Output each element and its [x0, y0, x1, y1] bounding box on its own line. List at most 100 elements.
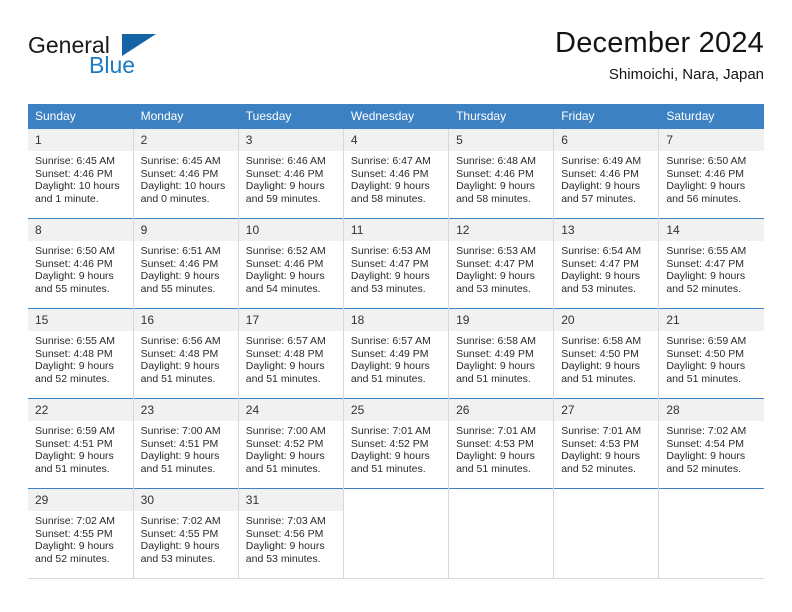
- daylight-text-line1: Daylight: 9 hours: [245, 540, 325, 553]
- day-number: 4: [343, 129, 449, 151]
- calendar-day-cell[interactable]: 21 Sunrise: 6:59 AM Sunset: 4:50 PM Dayligh…: [658, 308, 764, 399]
- calendar-day-cell[interactable]: 15 Sunrise: 6:55 AM Sunset: 4:48 PM Dayligh…: [28, 308, 134, 399]
- calendar-day-cell[interactable]: 30 Sunrise: 7:02 AM Sunset: 4:55 PM Dayligh…: [133, 488, 239, 579]
- daylight-text-line1: Daylight: 9 hours: [456, 270, 535, 283]
- sunrise-text: Sunrise: 6:46 AM: [245, 155, 326, 167]
- day-number: 6: [554, 129, 659, 151]
- calendar-day-cell[interactable]: 28 Sunrise: 7:02 AM Sunset: 4:54 PM Dayligh…: [658, 398, 764, 489]
- daylight-text-line2: and 51 minutes.: [456, 462, 531, 475]
- calendar-day-cell[interactable]: 1 Sunrise: 6:45 AM Sunset: 4:46 PM Daylight…: [28, 128, 134, 219]
- daylight-text-line1: Daylight: 9 hours: [350, 450, 430, 463]
- calendar-day-cell[interactable]: 9 Sunrise: 6:51 AM Sunset: 4:46 PM Daylight…: [133, 218, 239, 309]
- calendar-day-cell[interactable]: 2 Sunrise: 6:45 AM Sunset: 4:46 PM Daylight…: [133, 128, 239, 219]
- daylight-text-line1: Daylight: 9 hours: [35, 270, 114, 283]
- day-number: 12: [449, 219, 554, 241]
- day-details: Sunrise: 6:57 AM Sunset: 4:48 PM Daylight:…: [239, 331, 343, 385]
- calendar-day-cell[interactable]: 27 Sunrise: 7:01 AM Sunset: 4:53 PM Dayligh…: [553, 398, 660, 489]
- daylight-text-line1: Daylight: 9 hours: [456, 180, 535, 193]
- sunset-text: Sunset: 4:46 PM: [140, 167, 219, 180]
- day-number: 8: [28, 219, 133, 241]
- calendar-day-cell[interactable]: 23 Sunrise: 7:00 AM Sunset: 4:51 PM Dayligh…: [133, 398, 239, 489]
- page-subtitle: Shimoichi, Nara, Japan: [608, 66, 764, 83]
- sunset-text: Sunset: 4:46 PM: [140, 257, 219, 270]
- day-number: 30: [133, 489, 238, 511]
- calendar-day-cell[interactable]: 24 Sunrise: 7:00 AM Sunset: 4:52 PM Dayligh…: [238, 398, 344, 489]
- daylight-text-line2: and 57 minutes.: [561, 192, 636, 205]
- day-number: 9: [133, 219, 238, 241]
- day-details: Sunrise: 6:56 AM Sunset: 4:48 PM Daylight:…: [134, 331, 238, 385]
- daylight-text-line1: Daylight: 9 hours: [140, 270, 220, 283]
- calendar-day-cell[interactable]: 26 Sunrise: 7:01 AM Sunset: 4:53 PM Dayligh…: [448, 398, 555, 489]
- calendar-day-cell[interactable]: 7 Sunrise: 6:50 AM Sunset: 4:46 PM Daylight…: [658, 128, 764, 219]
- daylight-text-line1: Daylight: 9 hours: [350, 180, 430, 193]
- sunset-text: Sunset: 4:53 PM: [561, 437, 639, 450]
- sunrise-text: Sunrise: 7:03 AM: [245, 515, 326, 527]
- calendar-day-cell[interactable]: 13 Sunrise: 6:54 AM Sunset: 4:47 PM Dayligh…: [553, 218, 660, 309]
- sunset-text: Sunset: 4:54 PM: [666, 437, 744, 450]
- calendar-day-cell[interactable]: 25 Sunrise: 7:01 AM Sunset: 4:52 PM Dayligh…: [343, 398, 450, 489]
- day-number: 28: [659, 399, 764, 421]
- calendar-day-cell[interactable]: 31 Sunrise: 7:03 AM Sunset: 4:56 PM Dayligh…: [238, 488, 344, 579]
- calendar-day-cell[interactable]: 11 Sunrise: 6:53 AM Sunset: 4:47 PM Dayligh…: [343, 218, 450, 309]
- daylight-text-line1: Daylight: 9 hours: [140, 540, 220, 553]
- calendar-day-cell[interactable]: 16 Sunrise: 6:56 AM Sunset: 4:48 PM Dayligh…: [133, 308, 239, 399]
- daylight-text-line2: and 54 minutes.: [245, 282, 321, 295]
- calendar-day-cell[interactable]: 29 Sunrise: 7:02 AM Sunset: 4:55 PM Dayligh…: [28, 488, 134, 579]
- sunrise-text: Sunrise: 6:49 AM: [561, 155, 642, 167]
- calendar-day-cell[interactable]: 17 Sunrise: 6:57 AM Sunset: 4:48 PM Dayligh…: [238, 308, 344, 399]
- sunset-text: Sunset: 4:46 PM: [456, 167, 534, 180]
- sunset-text: Sunset: 4:46 PM: [35, 257, 113, 270]
- general-blue-logo[interactable]: General Blue: [28, 32, 208, 88]
- day-number: 17: [238, 309, 343, 331]
- weekday-header-saturday: Saturday: [658, 104, 764, 129]
- daylight-text-line1: Daylight: 9 hours: [456, 360, 535, 373]
- sunset-text: Sunset: 4:46 PM: [245, 257, 324, 270]
- day-number: 7: [659, 129, 764, 151]
- daylight-text-line1: Daylight: 9 hours: [245, 360, 325, 373]
- calendar-day-cell[interactable]: 18 Sunrise: 6:57 AM Sunset: 4:49 PM Dayligh…: [343, 308, 450, 399]
- calendar-week-row: 22 Sunrise: 6:59 AM Sunset: 4:51 PM Dayligh…: [28, 398, 764, 489]
- day-details: Sunrise: 6:49 AM Sunset: 4:46 PM Daylight:…: [554, 151, 658, 205]
- calendar-day-cell[interactable]: 6 Sunrise: 6:49 AM Sunset: 4:46 PM Daylight…: [553, 128, 660, 219]
- sunset-text: Sunset: 4:52 PM: [350, 437, 429, 450]
- calendar-day-cell[interactable]: 5 Sunrise: 6:48 AM Sunset: 4:46 PM Daylight…: [448, 128, 555, 219]
- day-number: [659, 489, 764, 511]
- sunset-text: Sunset: 4:53 PM: [456, 437, 534, 450]
- day-details: Sunrise: 6:48 AM Sunset: 4:46 PM Daylight:…: [449, 151, 553, 205]
- daylight-text-line2: and 51 minutes.: [456, 372, 531, 385]
- day-number: 21: [659, 309, 764, 331]
- day-number: 14: [659, 219, 764, 241]
- daylight-text-line1: Daylight: 9 hours: [561, 450, 640, 463]
- calendar-day-cell[interactable]: 10 Sunrise: 6:52 AM Sunset: 4:46 PM Dayligh…: [238, 218, 344, 309]
- calendar-day-cell[interactable]: 12 Sunrise: 6:53 AM Sunset: 4:47 PM Dayligh…: [448, 218, 555, 309]
- calendar-day-cell[interactable]: 4 Sunrise: 6:47 AM Sunset: 4:46 PM Daylight…: [343, 128, 450, 219]
- page-header: General Blue December 2024 Shimoichi, Na…: [28, 26, 764, 96]
- sunset-text: Sunset: 4:48 PM: [35, 347, 113, 360]
- daylight-text-line1: Daylight: 9 hours: [245, 270, 325, 283]
- calendar-day-cell[interactable]: 19 Sunrise: 6:58 AM Sunset: 4:49 PM Dayligh…: [448, 308, 555, 399]
- calendar-day-cell[interactable]: 8 Sunrise: 6:50 AM Sunset: 4:46 PM Daylight…: [28, 218, 134, 309]
- day-details: Sunrise: 6:50 AM Sunset: 4:46 PM Daylight:…: [28, 241, 133, 295]
- daylight-text-line2: and 55 minutes.: [140, 282, 216, 295]
- calendar-day-cell[interactable]: 14 Sunrise: 6:55 AM Sunset: 4:47 PM Dayligh…: [658, 218, 764, 309]
- sunset-text: Sunset: 4:49 PM: [350, 347, 429, 360]
- calendar-day-cell[interactable]: 3 Sunrise: 6:46 AM Sunset: 4:46 PM Daylight…: [238, 128, 344, 219]
- sunrise-text: Sunrise: 6:48 AM: [456, 155, 537, 167]
- sunrise-text: Sunrise: 6:52 AM: [245, 245, 326, 257]
- daylight-text-line1: Daylight: 9 hours: [245, 180, 325, 193]
- sunset-text: Sunset: 4:51 PM: [35, 437, 113, 450]
- sunset-text: Sunset: 4:50 PM: [561, 347, 639, 360]
- sunset-text: Sunset: 4:49 PM: [456, 347, 534, 360]
- day-number: 29: [28, 489, 133, 511]
- weekday-header-wednesday: Wednesday: [343, 104, 450, 129]
- calendar-day-cell[interactable]: 20 Sunrise: 6:58 AM Sunset: 4:50 PM Dayligh…: [553, 308, 660, 399]
- daylight-text-line2: and 51 minutes.: [561, 372, 636, 385]
- calendar-day-cell[interactable]: 22 Sunrise: 6:59 AM Sunset: 4:51 PM Dayligh…: [28, 398, 134, 489]
- day-details: Sunrise: 7:00 AM Sunset: 4:51 PM Daylight:…: [134, 421, 238, 475]
- sunrise-text: Sunrise: 6:47 AM: [350, 155, 431, 167]
- daylight-text-line2: and 53 minutes.: [140, 552, 216, 565]
- sunrise-text: Sunrise: 6:58 AM: [561, 335, 642, 347]
- daylight-text-line1: Daylight: 10 hours: [140, 180, 226, 193]
- day-number: 25: [343, 399, 449, 421]
- daylight-text-line1: Daylight: 9 hours: [456, 450, 535, 463]
